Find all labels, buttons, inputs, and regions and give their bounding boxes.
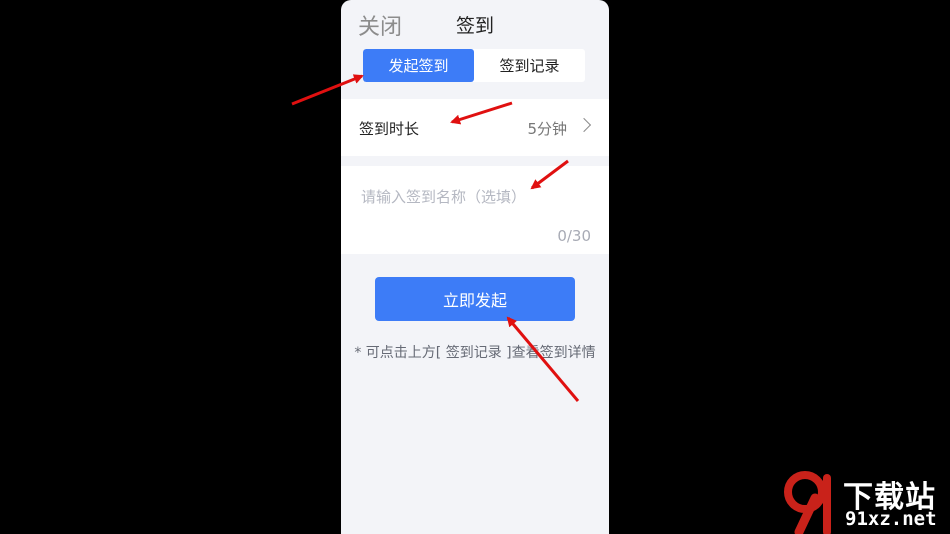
arrow-annotation-tab xyxy=(291,74,364,106)
site-logo-icon xyxy=(784,471,831,534)
watermark-url: 91xz.net xyxy=(845,508,937,530)
arrow-annotation-duration xyxy=(450,101,513,125)
watermark: 下载站 91xz.net xyxy=(775,470,950,534)
arrow-annotation-button xyxy=(506,316,580,402)
arrow-annotation-name xyxy=(530,159,569,190)
annotation-arrows xyxy=(291,74,580,402)
